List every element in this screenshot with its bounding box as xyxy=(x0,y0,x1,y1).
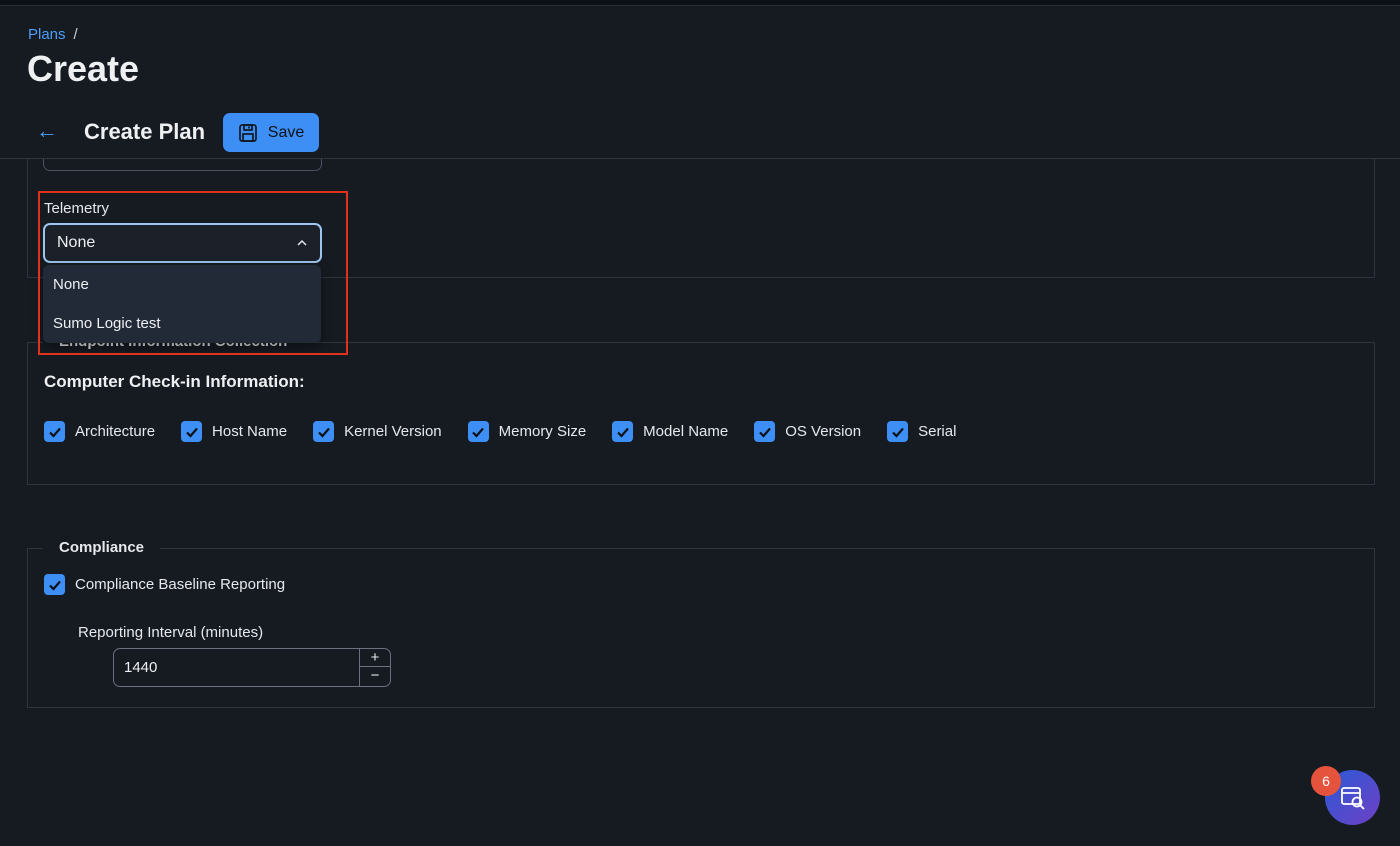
checkmark-icon xyxy=(612,421,634,442)
toolbar: ← Create Plan Save xyxy=(0,106,1400,159)
checkbox-kernel-version[interactable]: Kernel Version xyxy=(313,421,442,442)
checkmark-icon xyxy=(887,421,909,442)
checkbox-serial[interactable]: Serial xyxy=(887,421,956,442)
compliance-legend: Compliance xyxy=(43,539,161,556)
endpoint-section xyxy=(27,342,1375,485)
telemetry-dropdown: None Sumo Logic test xyxy=(43,265,321,343)
arrow-left-icon: ← xyxy=(36,118,58,143)
telemetry-select[interactable]: None xyxy=(43,223,322,263)
telemetry-label: Telemetry xyxy=(44,200,110,217)
quantity-stepper: + − xyxy=(359,649,390,686)
breadcrumb-separator: / xyxy=(73,26,78,43)
page-title: Create xyxy=(27,48,140,89)
reporting-interval-value: 1440 xyxy=(124,659,158,676)
checkbox-memory-size[interactable]: Memory Size xyxy=(467,421,587,442)
checkbox-label: OS Version xyxy=(785,423,862,440)
checkin-heading: Computer Check-in Information: xyxy=(44,372,305,391)
plan-title: Create Plan xyxy=(84,119,206,144)
checkin-checkbox-group: Architecture Host Name Kernel Version Me… xyxy=(44,421,956,442)
checkbox-label: Architecture xyxy=(75,423,156,440)
increment-button[interactable]: + xyxy=(360,649,390,667)
telemetry-selected-value: None xyxy=(57,234,96,251)
checkbox-label: Memory Size xyxy=(498,423,587,440)
checkbox-label: Host Name xyxy=(212,423,288,440)
checkbox-architecture[interactable]: Architecture xyxy=(44,421,155,442)
checkbox-compliance-baseline[interactable]: Compliance Baseline Reporting xyxy=(44,574,285,595)
checkbox-label: Model Name xyxy=(643,423,729,440)
checkmark-icon xyxy=(44,421,65,442)
search-window-icon xyxy=(1340,786,1365,810)
checkmark-icon xyxy=(313,421,335,442)
checkbox-host-name[interactable]: Host Name xyxy=(181,421,287,442)
reporting-interval-input[interactable]: 1440 + − xyxy=(113,648,391,687)
chevron-up-icon xyxy=(297,239,307,246)
checkmark-icon xyxy=(754,421,776,442)
reporting-interval-label: Reporting Interval (minutes) xyxy=(78,624,264,641)
save-button[interactable]: Save xyxy=(223,113,319,152)
checkmark-icon xyxy=(181,421,203,442)
notification-badge: 6 xyxy=(1311,766,1341,796)
floppy-disk-icon xyxy=(238,123,257,142)
breadcrumb-plans-link[interactable]: Plans xyxy=(28,26,66,43)
breadcrumb: Plans / xyxy=(28,26,78,43)
checkbox-label: Compliance Baseline Reporting xyxy=(75,576,286,593)
checkbox-model-name[interactable]: Model Name xyxy=(612,421,728,442)
checkbox-os-version[interactable]: OS Version xyxy=(754,421,861,442)
checkbox-label: Serial xyxy=(918,423,957,440)
checkmark-icon xyxy=(44,574,65,595)
dropdown-option-sumo-logic-test[interactable]: Sumo Logic test xyxy=(43,304,321,343)
top-border xyxy=(0,0,1400,6)
dropdown-option-none[interactable]: None xyxy=(43,265,321,304)
decrement-button[interactable]: − xyxy=(360,667,390,685)
back-button[interactable]: ← xyxy=(34,118,60,144)
checkmark-icon xyxy=(467,421,489,442)
save-button-label: Save xyxy=(267,123,305,141)
checkbox-label: Kernel Version xyxy=(344,423,442,440)
